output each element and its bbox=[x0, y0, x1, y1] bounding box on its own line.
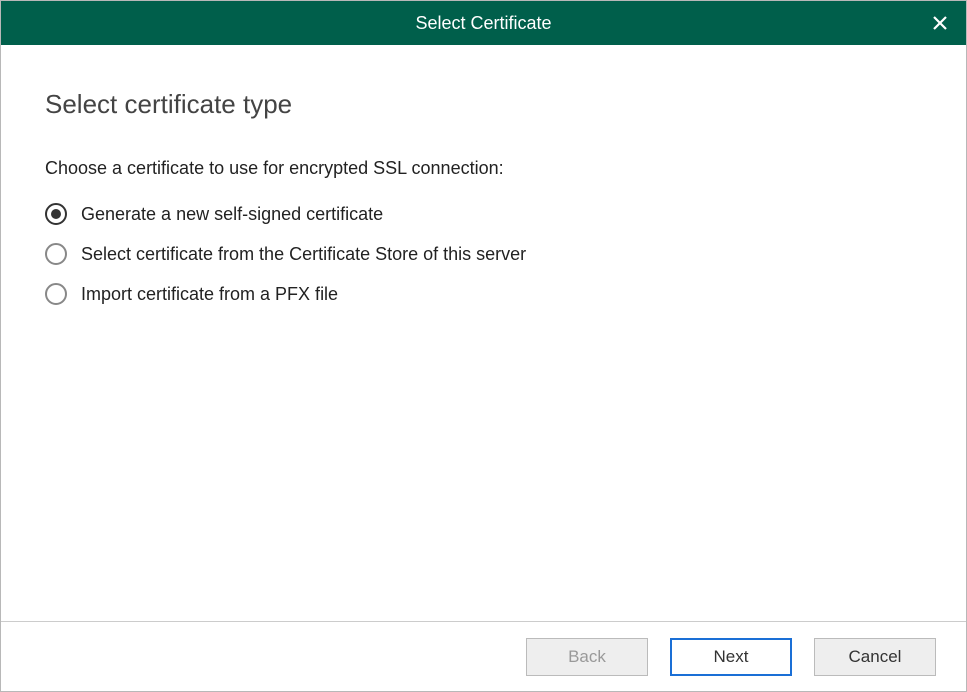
next-button[interactable]: Next bbox=[670, 638, 792, 676]
cancel-button[interactable]: Cancel bbox=[814, 638, 936, 676]
select-certificate-dialog: Select Certificate Select certificate ty… bbox=[0, 0, 967, 692]
dialog-title: Select Certificate bbox=[1, 13, 966, 34]
radio-icon bbox=[45, 283, 67, 305]
radio-label: Import certificate from a PFX file bbox=[81, 284, 338, 305]
radio-label: Select certificate from the Certificate … bbox=[81, 244, 526, 265]
back-button[interactable]: Back bbox=[526, 638, 648, 676]
dialog-footer: Back Next Cancel bbox=[1, 621, 966, 691]
page-heading: Select certificate type bbox=[45, 89, 922, 120]
radio-select-from-store[interactable]: Select certificate from the Certificate … bbox=[45, 243, 922, 265]
instruction-text: Choose a certificate to use for encrypte… bbox=[45, 158, 922, 179]
close-button[interactable] bbox=[926, 9, 954, 37]
radio-label: Generate a new self-signed certificate bbox=[81, 204, 383, 225]
dialog-content: Select certificate type Choose a certifi… bbox=[1, 45, 966, 621]
titlebar: Select Certificate bbox=[1, 1, 966, 45]
radio-icon bbox=[45, 203, 67, 225]
radio-import-pfx[interactable]: Import certificate from a PFX file bbox=[45, 283, 922, 305]
certificate-type-radio-group: Generate a new self-signed certificate S… bbox=[45, 203, 922, 305]
close-icon bbox=[932, 15, 948, 31]
radio-generate-self-signed[interactable]: Generate a new self-signed certificate bbox=[45, 203, 922, 225]
radio-icon bbox=[45, 243, 67, 265]
